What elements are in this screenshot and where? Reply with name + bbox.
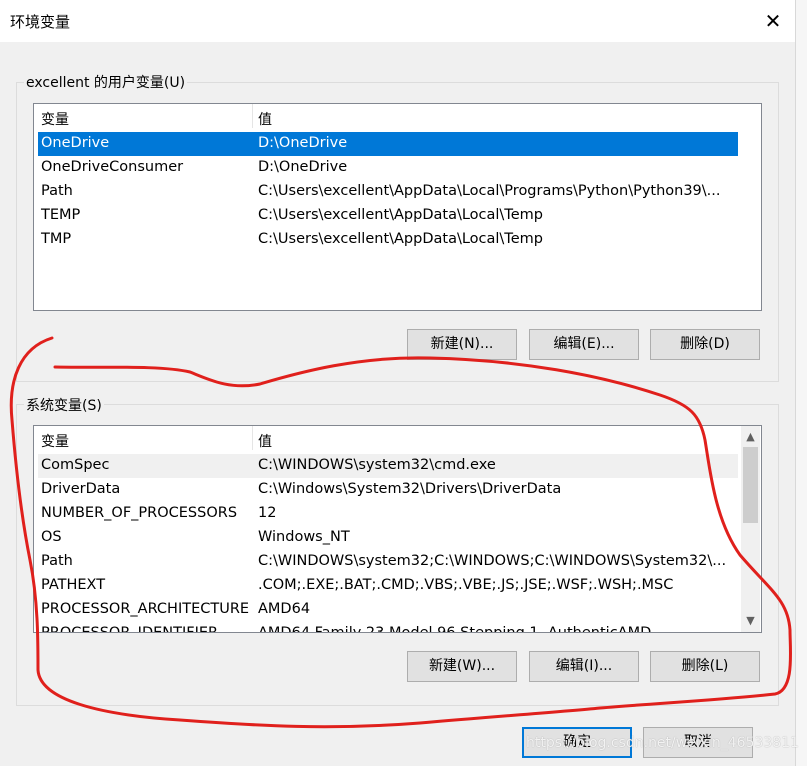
var-name: OneDriveConsumer (41, 159, 184, 175)
col-divider[interactable] (252, 426, 253, 450)
list-item[interactable]: DriverData C:\Windows\System32\Drivers\D… (38, 478, 738, 502)
var-name: Path (41, 553, 73, 569)
var-name: OneDrive (41, 135, 110, 151)
var-value: 12 (258, 505, 277, 521)
list-item[interactable]: TEMP C:\Users\excellent\AppData\Local\Te… (38, 204, 738, 228)
list-item[interactable]: OneDriveConsumer D:\OneDrive (38, 156, 738, 180)
list-item[interactable]: PROCESSOR_ARCHITECTURE AMD64 (38, 598, 738, 622)
system-vars-header: 变量 值 (34, 426, 761, 450)
list-item[interactable]: Path C:\WINDOWS\system32;C:\WINDOWS;C:\W… (38, 550, 738, 574)
watermark: https://blog.csdn.net/weixin_46533811 (526, 735, 800, 751)
var-name: PATHEXT (41, 577, 106, 593)
col-header-variable[interactable]: 变量 (41, 109, 69, 129)
var-name: PROCESSOR_IDENTIFIER (41, 625, 219, 633)
var-value: AMD64 (258, 601, 311, 617)
title-bar: 环境变量 ✕ (0, 0, 795, 42)
user-delete-button[interactable]: 删除(D) (650, 329, 760, 360)
scroll-down-icon[interactable]: ▼ (742, 612, 759, 629)
list-item[interactable]: Path C:\Users\excellent\AppData\Local\Pr… (38, 180, 738, 204)
list-item[interactable]: OneDrive D:\OneDrive (38, 132, 738, 156)
window-title: 环境变量 (10, 13, 71, 31)
var-value: C:\Users\excellent\AppData\Local\Program… (258, 183, 721, 199)
var-name: OS (41, 529, 62, 545)
list-item[interactable]: TMP C:\Users\excellent\AppData\Local\Tem… (38, 228, 738, 252)
var-value: D:\OneDrive (258, 159, 348, 175)
user-edit-button[interactable]: 编辑(E)... (529, 329, 639, 360)
col-header-value[interactable]: 值 (258, 431, 272, 451)
var-name: NUMBER_OF_PROCESSORS (41, 505, 238, 521)
var-value: Windows_NT (258, 529, 350, 545)
list-item[interactable]: PATHEXT .COM;.EXE;.BAT;.CMD;.VBS;.VBE;.J… (38, 574, 738, 598)
var-name: Path (41, 183, 73, 199)
var-name: TEMP (41, 207, 81, 223)
var-value: C:\Windows\System32\Drivers\DriverData (258, 481, 562, 497)
user-vars-label: excellent 的用户变量(U) (24, 72, 188, 92)
close-icon[interactable]: ✕ (760, 8, 786, 34)
user-vars-header: 变量 值 (34, 104, 761, 128)
list-item[interactable]: NUMBER_OF_PROCESSORS 12 (38, 502, 738, 526)
var-name: TMP (41, 231, 72, 247)
var-value: D:\OneDrive (258, 135, 348, 151)
system-vars-list[interactable]: 变量 值 ComSpec C:\WINDOWS\system32\cmd.exe… (33, 425, 762, 633)
var-value: C:\Users\excellent\AppData\Local\Temp (258, 207, 543, 223)
var-name: ComSpec (41, 457, 110, 473)
col-divider[interactable] (252, 104, 253, 128)
scroll-up-icon[interactable]: ▲ (742, 428, 759, 445)
list-item[interactable]: PROCESSOR_IDENTIFIER AMD64 Family 23 Mod… (38, 622, 738, 633)
var-value: .COM;.EXE;.BAT;.CMD;.VBS;.VBE;.JS;.JSE;.… (258, 577, 674, 593)
col-header-value[interactable]: 值 (258, 109, 272, 129)
user-vars-list[interactable]: 变量 值 OneDrive D:\OneDrive OneDriveConsum… (33, 103, 762, 311)
scroll-thumb[interactable] (743, 447, 758, 523)
var-value: C:\Users\excellent\AppData\Local\Temp (258, 231, 543, 247)
user-new-button[interactable]: 新建(N)... (407, 329, 517, 360)
system-edit-button[interactable]: 编辑(I)... (529, 651, 639, 682)
system-new-button[interactable]: 新建(W)... (407, 651, 517, 682)
system-delete-button[interactable]: 删除(L) (650, 651, 760, 682)
var-value: AMD64 Family 23 Model 96 Stepping 1, Aut… (258, 625, 652, 633)
system-vars-label: 系统变量(S) (24, 395, 104, 415)
var-value: C:\WINDOWS\system32\cmd.exe (258, 457, 496, 473)
list-item[interactable]: ComSpec C:\WINDOWS\system32\cmd.exe (38, 454, 738, 478)
window-edge (795, 0, 807, 766)
var-name: PROCESSOR_ARCHITECTURE (41, 601, 250, 617)
vertical-scrollbar[interactable]: ▲ ▼ (741, 426, 760, 632)
list-item[interactable]: OS Windows_NT (38, 526, 738, 550)
var-name: DriverData (41, 481, 121, 497)
col-header-variable[interactable]: 变量 (41, 431, 69, 451)
var-value: C:\WINDOWS\system32;C:\WINDOWS;C:\WINDOW… (258, 553, 727, 569)
